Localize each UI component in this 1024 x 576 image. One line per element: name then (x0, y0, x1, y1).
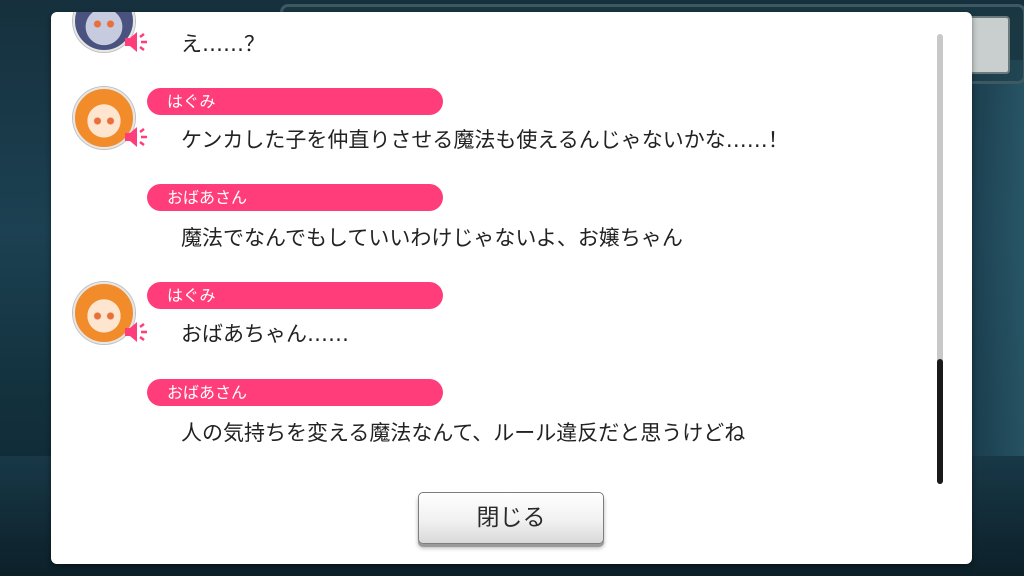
dialog-text: 人の気持ちを変える魔法なんて、ルール違反だと思うけどね (181, 421, 746, 445)
dialog-text: おばあちゃん…… (181, 322, 349, 346)
close-button[interactable]: 閉じる (418, 492, 604, 544)
scrollbar-thumb[interactable] (937, 359, 943, 484)
speaker-name-pill: おばあさん (147, 379, 443, 406)
dialog-text: え……？ (181, 32, 265, 56)
background-arch (964, 60, 1024, 500)
speaker-name-pill: はぐみ (147, 282, 443, 309)
dialog-text: ケンカした子を仲直りさせる魔法も使えるんじゃないかな……！ (181, 128, 789, 152)
speaker-name-pill: おばあさん (147, 184, 443, 211)
background-side-button (966, 16, 1010, 74)
dialog-text: 魔法でなんでもしていいわけじゃないよ、お嬢ちゃん (181, 226, 683, 250)
speaker-icon[interactable] (123, 320, 149, 344)
speaker-icon[interactable] (123, 30, 149, 54)
speaker-icon[interactable] (123, 125, 149, 149)
scrollbar[interactable] (937, 34, 943, 484)
speaker-name-pill: はぐみ (147, 88, 443, 115)
backlog-panel[interactable]: え……？ はぐみ ケンカした子を仲直りさせる魔法も使えるんじゃないかな……！ お… (51, 12, 972, 564)
